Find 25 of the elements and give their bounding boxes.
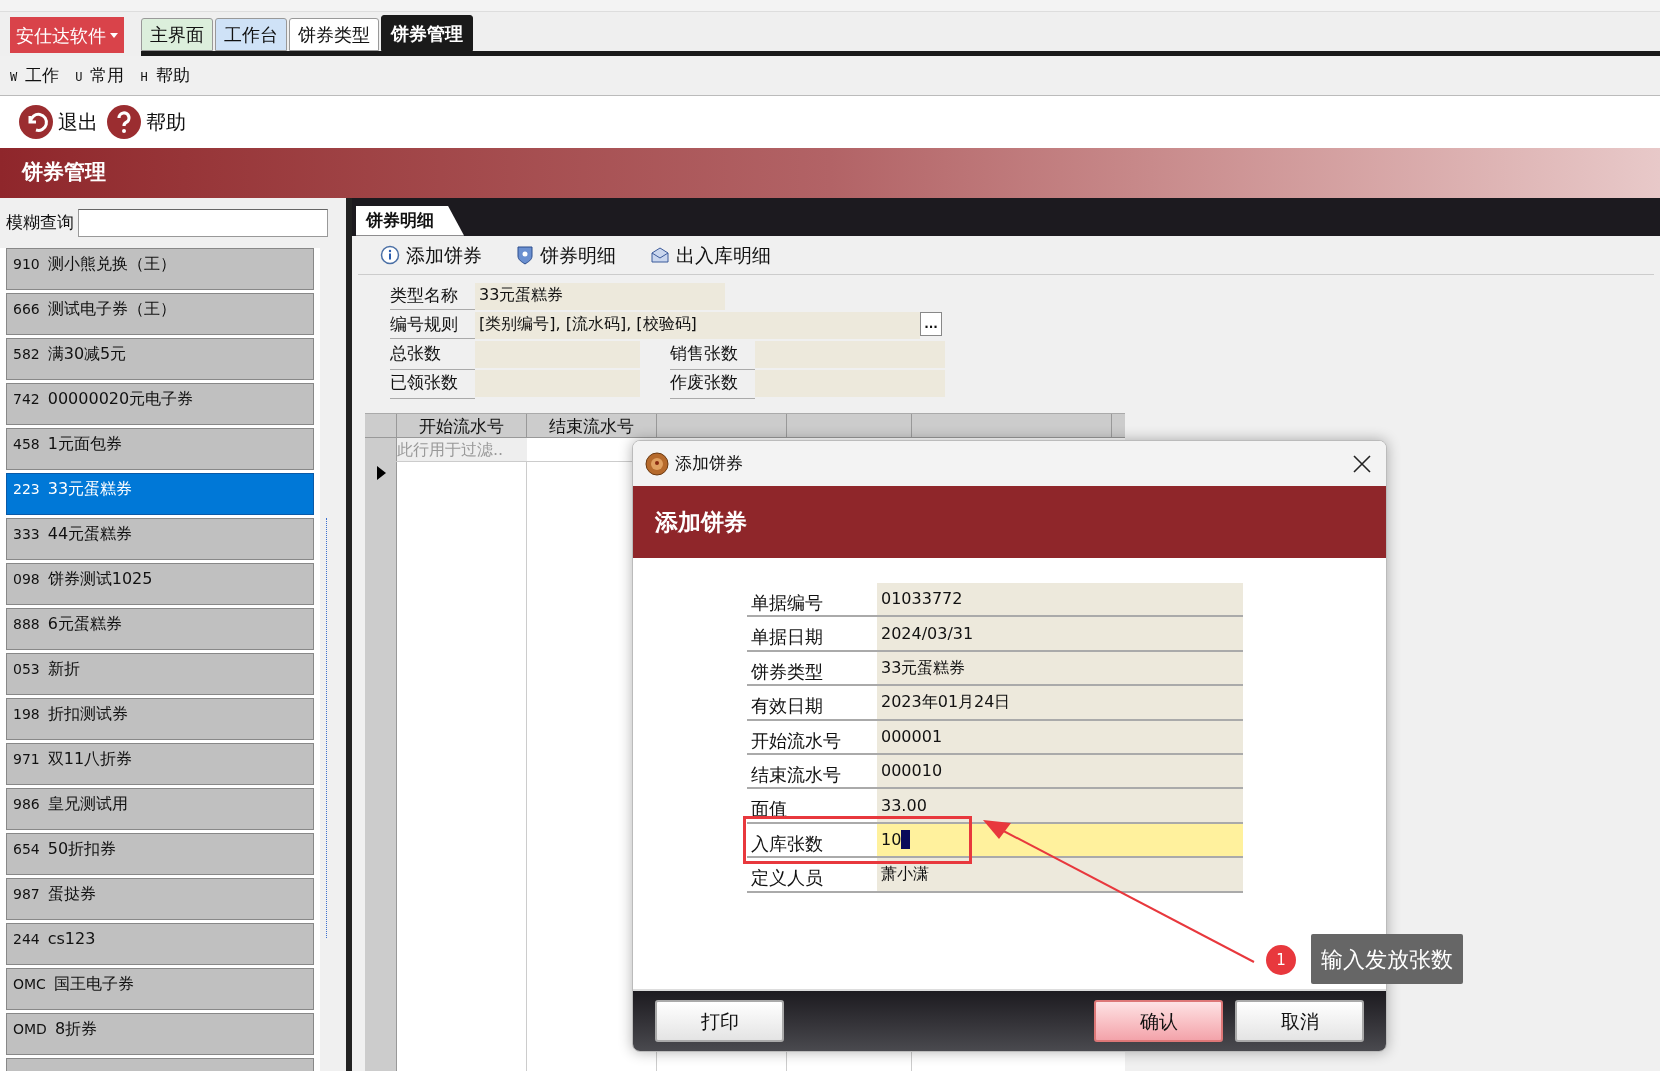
- field-value: 33.00: [877, 789, 1243, 822]
- field-value: [类别编号], [流水码], [校验码]: [475, 312, 920, 339]
- dialog-heading: 添加饼券: [655, 507, 747, 537]
- field-label: 饼券类型: [750, 659, 824, 684]
- field-label: 定义人员: [750, 866, 824, 891]
- field-value: 000001: [877, 720, 1243, 753]
- field-label: 开始流水号: [750, 728, 842, 753]
- callout-tooltip: 输入发放张数: [1311, 934, 1463, 984]
- field-value: 萧小潇: [877, 858, 1243, 891]
- dialog-title: 添加饼券: [675, 451, 744, 475]
- field-label: 入库张数: [750, 831, 824, 856]
- field-value: 2024/03/31: [877, 617, 1243, 650]
- field-value: 33元蛋糕券: [877, 651, 1243, 685]
- search-label: 模糊查询: [6, 211, 74, 235]
- field-label: 有效日期: [750, 694, 824, 719]
- field-value: 33元蛋糕券: [475, 283, 725, 310]
- field-value: 2023年01月24日: [877, 686, 1243, 719]
- field-label: 单据编号: [750, 591, 824, 615]
- field-value: 01033772: [877, 583, 1243, 616]
- field-label: 面值: [750, 797, 788, 822]
- field-label: 结束流水号: [750, 762, 842, 787]
- filter-row-hint: 此行用于过滤..: [397, 438, 527, 461]
- page-title: 饼券管理: [22, 159, 106, 187]
- field-value: 000010: [877, 754, 1243, 788]
- field-label: 单据日期: [750, 625, 824, 650]
